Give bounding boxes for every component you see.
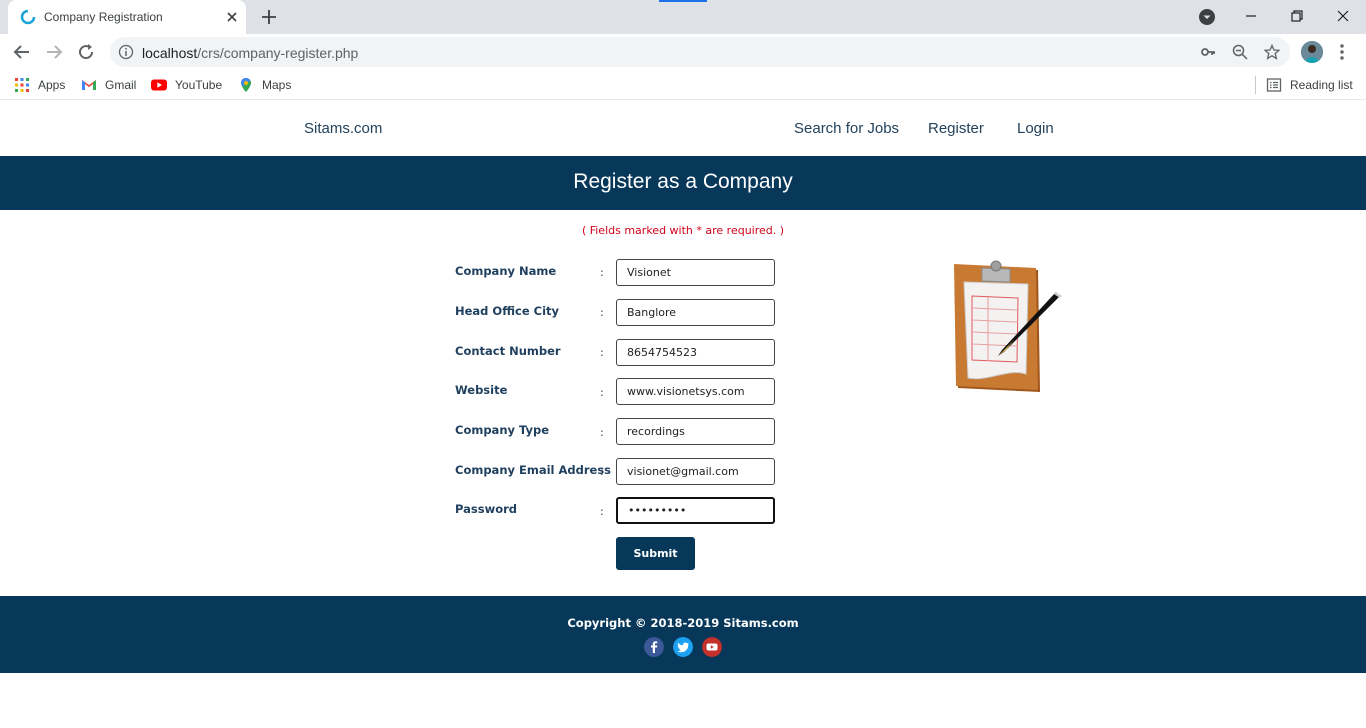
bookmark-label: Maps bbox=[262, 78, 292, 92]
field-colon: : bbox=[600, 306, 604, 319]
head-office-city-input[interactable] bbox=[616, 299, 775, 326]
company-type-label: Company Type bbox=[455, 423, 550, 437]
page-header-band: Register as a Company bbox=[0, 156, 1366, 210]
contact-number-input[interactable] bbox=[616, 339, 775, 366]
bookmark-apps[interactable]: Apps bbox=[14, 76, 65, 94]
bookmark-youtube[interactable]: YouTube bbox=[151, 76, 222, 94]
website-label: Website bbox=[455, 383, 508, 397]
submit-button[interactable]: Submit bbox=[616, 537, 695, 570]
field-colon: : bbox=[600, 266, 604, 279]
bookmark-maps[interactable]: Maps bbox=[238, 76, 291, 94]
address-bar[interactable]: localhost/crs/company-register.php bbox=[110, 37, 1290, 67]
browser-menu-icon[interactable] bbox=[1338, 42, 1346, 62]
tab-search-icon[interactable] bbox=[1198, 8, 1216, 26]
company-name-input[interactable] bbox=[616, 259, 775, 286]
forward-arrow-icon[interactable] bbox=[44, 42, 64, 62]
reading-list-button[interactable]: Reading list bbox=[1266, 76, 1353, 94]
tab-title: Company Registration bbox=[44, 10, 163, 24]
site-info-icon[interactable] bbox=[118, 44, 134, 60]
facebook-icon[interactable] bbox=[644, 637, 664, 657]
bookmark-label: Apps bbox=[38, 78, 66, 92]
reading-list-icon bbox=[1266, 78, 1282, 92]
youtube-icon bbox=[151, 79, 167, 91]
field-colon: : bbox=[600, 426, 604, 439]
nav-register[interactable]: Register bbox=[928, 120, 984, 137]
site-brand-link[interactable]: Sitams.com bbox=[304, 120, 382, 137]
bookmark-star-icon[interactable] bbox=[1264, 44, 1280, 60]
password-input[interactable] bbox=[616, 497, 775, 524]
url-text: localhost/crs/company-register.php bbox=[142, 45, 359, 61]
back-arrow-icon[interactable] bbox=[12, 42, 32, 62]
minimize-window-icon[interactable] bbox=[1241, 6, 1261, 26]
site-favicon-icon bbox=[20, 9, 36, 25]
new-tab-icon[interactable] bbox=[260, 8, 278, 26]
required-fields-note: ( Fields marked with * are required. ) bbox=[581, 224, 785, 237]
browser-tab-strip: Company Registration bbox=[0, 0, 1366, 34]
profile-avatar-image bbox=[1301, 41, 1323, 63]
close-window-icon[interactable] bbox=[1333, 6, 1353, 26]
bookmark-label: Gmail bbox=[105, 78, 137, 92]
zoom-out-icon[interactable] bbox=[1232, 44, 1248, 60]
browser-toolbar: localhost/crs/company-register.php bbox=[0, 34, 1366, 70]
site-footer: Copyright © 2018-2019 Sitams.com bbox=[0, 596, 1366, 673]
reload-icon[interactable] bbox=[76, 42, 96, 62]
clipboard-pen-illustration bbox=[954, 260, 1062, 392]
company-name-label: Company Name bbox=[455, 264, 557, 278]
field-colon: : bbox=[600, 505, 604, 518]
reading-list-label: Reading list bbox=[1290, 78, 1353, 92]
field-colon: : bbox=[600, 465, 604, 478]
twitter-icon[interactable] bbox=[673, 637, 693, 657]
bookmark-gmail[interactable]: Gmail bbox=[81, 76, 136, 94]
password-label: Password bbox=[455, 502, 517, 516]
bookmark-label: YouTube bbox=[175, 78, 223, 92]
restore-window-icon[interactable] bbox=[1287, 6, 1307, 26]
browser-tab[interactable]: Company Registration bbox=[8, 0, 246, 34]
loading-indicator bbox=[659, 0, 707, 2]
nav-search-jobs[interactable]: Search for Jobs bbox=[794, 120, 899, 137]
copyright-text: Copyright © 2018-2019 Sitams.com bbox=[567, 616, 799, 630]
apps-grid-icon bbox=[15, 78, 29, 92]
youtube-icon[interactable] bbox=[702, 637, 722, 657]
bookmarks-bar: Apps Gmail YouTube Maps Reading list bbox=[0, 70, 1366, 100]
site-navbar: Sitams.com Search for Jobs Register Logi… bbox=[0, 101, 1366, 156]
company-email-input[interactable] bbox=[616, 458, 775, 485]
close-tab-icon[interactable] bbox=[224, 9, 240, 25]
website-input[interactable] bbox=[616, 378, 775, 405]
head-office-city-label: Head Office City bbox=[455, 304, 560, 318]
nav-login[interactable]: Login bbox=[1017, 120, 1054, 137]
field-colon: : bbox=[600, 386, 604, 399]
maps-icon bbox=[241, 78, 251, 92]
company-email-label: Company Email Address bbox=[455, 463, 612, 477]
bookmarks-divider bbox=[1255, 76, 1256, 94]
key-icon[interactable] bbox=[1200, 44, 1216, 60]
contact-number-label: Contact Number bbox=[455, 344, 561, 358]
field-colon: : bbox=[600, 346, 604, 359]
profile-avatar[interactable] bbox=[1301, 41, 1323, 63]
gmail-icon bbox=[82, 80, 96, 90]
page-title: Register as a Company bbox=[573, 170, 793, 193]
company-type-input[interactable] bbox=[616, 418, 775, 445]
